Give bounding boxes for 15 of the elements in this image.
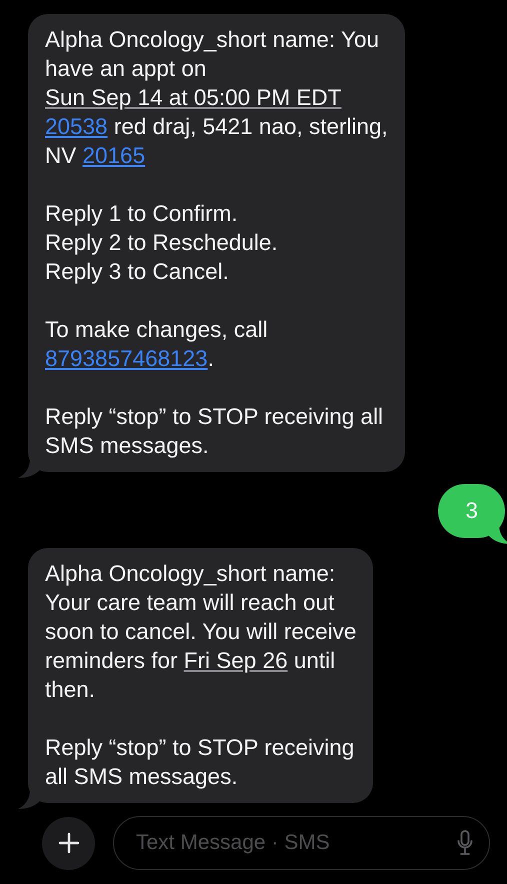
- message-text: Reply “stop” to STOP receiving all SMS messages.: [45, 734, 356, 791]
- date-link[interactable]: Fri Sep 26: [184, 648, 288, 673]
- link[interactable]: 20538: [45, 114, 108, 139]
- link[interactable]: 8793857468123: [45, 346, 208, 371]
- message-text: Alpha Oncology_short name: Your care team will reach out soon to cancel. You will receive reminders for Fri Sep 26 until then.: [45, 560, 356, 704]
- microphone-icon[interactable]: [457, 830, 473, 856]
- message-text: 3: [465, 497, 478, 525]
- message-text: Alpha Oncology_short name: You have an appt on Sun Sep 14 at 05:00 PM EDT 20538 red draj, 5421 nao, sterling, NV 20165: [45, 26, 388, 170]
- link[interactable]: 20165: [82, 143, 146, 168]
- message-text: To make changes, call 8793857468123.: [45, 316, 269, 373]
- message-field[interactable]: Text Message · SMS: [113, 816, 490, 870]
- plus-icon: [58, 832, 80, 854]
- message-text: Reply “stop” to STOP receiving all SMS messages.: [45, 403, 384, 460]
- message-text: Reply 1 to Confirm. Reply 2 to Reschedule. Reply 3 to Cancel.: [45, 200, 279, 286]
- date-link[interactable]: Sun Sep 14 at 05:00 PM EDT: [45, 85, 342, 110]
